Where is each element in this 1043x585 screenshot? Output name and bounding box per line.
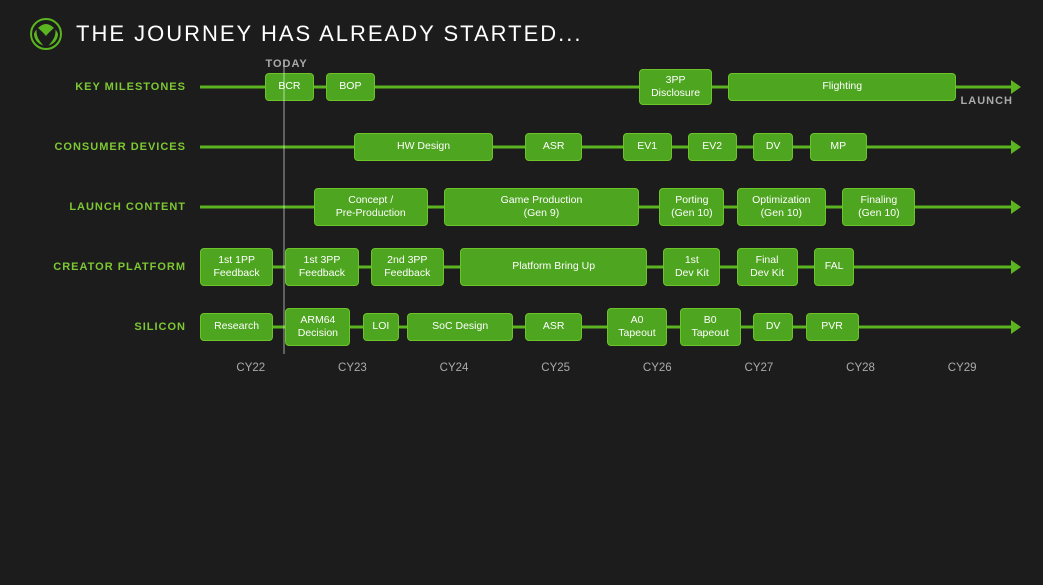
item-bcr: BCR — [265, 73, 314, 101]
item-soc-design: SoC Design — [407, 313, 513, 341]
row-key-milestones: KEY MILESTONES BCR BOP 3PPDisclosure Fli… — [30, 60, 1013, 114]
content-silicon: Research ARM64Decision LOI SoC Design AS… — [200, 300, 1013, 354]
content-creator-platform: 1st 1PPFeedback 1st 3PPFeedback 2nd 3PPF… — [200, 240, 1013, 294]
content-key-milestones: BCR BOP 3PPDisclosure Flighting — [200, 60, 1013, 114]
item-ev2: EV2 — [688, 133, 737, 161]
item-porting: Porting(Gen 10) — [659, 188, 724, 226]
item-finaling: Finaling(Gen 10) — [842, 188, 915, 226]
item-optimization: Optimization(Gen 10) — [737, 188, 826, 226]
year-cy23: CY23 — [327, 362, 377, 374]
years-content: CY22 CY23 CY24 CY25 CY26 CY27 CY28 CY29 — [200, 362, 1013, 374]
item-1st-dev-kit: 1stDev Kit — [663, 248, 720, 286]
xbox-icon — [30, 18, 62, 50]
years-row: CY22 CY23 CY24 CY25 CY26 CY27 CY28 CY29 — [0, 362, 1043, 374]
item-ev1: EV1 — [623, 133, 672, 161]
label-consumer-devices: CONSUMER DEVICES — [30, 141, 200, 153]
label-silicon: SILICON — [30, 321, 200, 333]
content-launch-content: Concept /Pre-Production Game Production(… — [200, 180, 1013, 234]
item-a0-tapeout: A0Tapeout — [607, 308, 668, 346]
content-consumer-devices: HW Design ASR EV1 EV2 DV MP — [200, 120, 1013, 174]
rows-wrapper: KEY MILESTONES BCR BOP 3PPDisclosure Fli… — [30, 60, 1013, 354]
item-platform-bring-up: Platform Bring Up — [460, 248, 647, 286]
year-cy25: CY25 — [531, 362, 581, 374]
year-cy26: CY26 — [632, 362, 682, 374]
item-mp: MP — [810, 133, 867, 161]
row-silicon: SILICON Research ARM64Decision LOI SoC D… — [30, 300, 1013, 354]
year-cy28: CY28 — [836, 362, 886, 374]
page-title: THE JOURNEY HAS ALREADY STARTED... — [76, 21, 583, 47]
item-b0-tapeout: B0Tapeout — [680, 308, 741, 346]
item-asr-si: ASR — [525, 313, 582, 341]
item-1st-3pp-feedback: 1st 3PPFeedback — [285, 248, 358, 286]
item-game-production: Game Production(Gen 9) — [444, 188, 639, 226]
row-creator-platform: CREATOR PLATFORM 1st 1PPFeedback 1st 3PP… — [30, 240, 1013, 294]
item-3pp-disclosure: 3PPDisclosure — [639, 69, 712, 105]
item-dv-cd: DV — [753, 133, 794, 161]
item-2nd-3pp-feedback: 2nd 3PPFeedback — [371, 248, 444, 286]
year-cy24: CY24 — [429, 362, 479, 374]
item-hw-design: HW Design — [354, 133, 492, 161]
item-flighting: Flighting — [728, 73, 956, 101]
main-container: THE JOURNEY HAS ALREADY STARTED... LAUNC… — [0, 0, 1043, 585]
year-cy22: CY22 — [226, 362, 276, 374]
header: THE JOURNEY HAS ALREADY STARTED... — [0, 0, 1043, 60]
year-cy29: CY29 — [937, 362, 987, 374]
item-bop: BOP — [326, 73, 375, 101]
item-asr-cd: ASR — [525, 133, 582, 161]
item-loi: LOI — [363, 313, 400, 341]
label-key-milestones: KEY MILESTONES — [30, 81, 200, 93]
item-final-dev-kit: FinalDev Kit — [737, 248, 798, 286]
item-pvr: PVR — [806, 313, 859, 341]
item-1pp-feedback: 1st 1PPFeedback — [200, 248, 273, 286]
row-launch-content: LAUNCH CONTENT Concept /Pre-Production G… — [30, 180, 1013, 234]
label-launch-content: LAUNCH CONTENT — [30, 201, 200, 213]
item-fal: FAL — [814, 248, 855, 286]
item-arm64: ARM64Decision — [285, 308, 350, 346]
item-concept: Concept /Pre-Production — [314, 188, 428, 226]
item-research: Research — [200, 313, 273, 341]
year-cy27: CY27 — [734, 362, 784, 374]
row-consumer-devices: CONSUMER DEVICES HW Design ASR EV1 EV2 D… — [30, 120, 1013, 174]
chart-area: TODAY KEY MILESTONES BCR BOP 3PPDisclosu… — [0, 60, 1043, 354]
item-dv-si: DV — [753, 313, 794, 341]
label-creator-platform: CREATOR PLATFORM — [30, 261, 200, 273]
year-spacer — [30, 362, 200, 374]
